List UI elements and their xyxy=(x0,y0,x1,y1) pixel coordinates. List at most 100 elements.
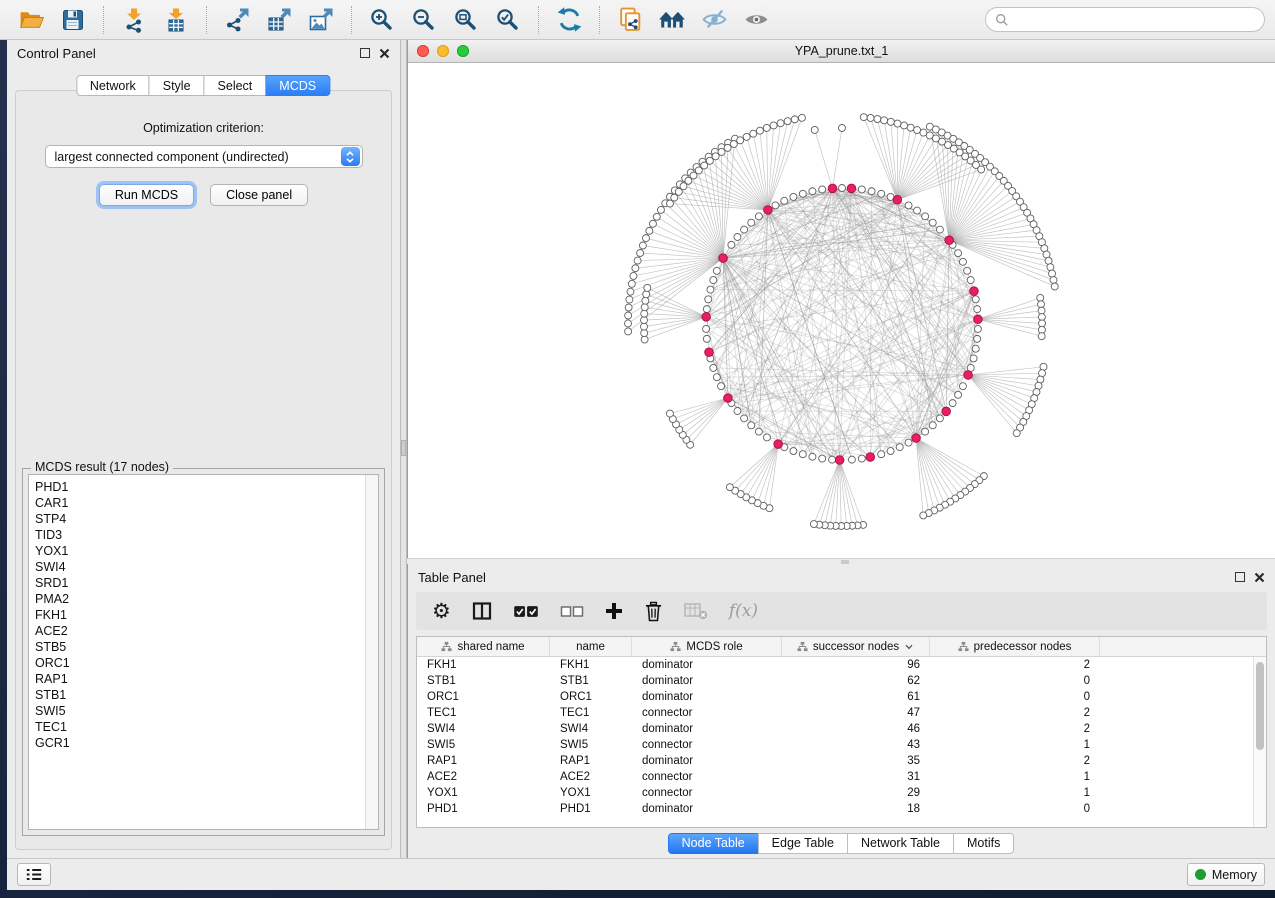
deselect-all-button[interactable] xyxy=(560,605,584,618)
cell-mcds_role[interactable]: dominator xyxy=(632,755,782,767)
cell-shared_name[interactable]: YOX1 xyxy=(417,787,550,799)
cell-successor_nodes[interactable]: 46 xyxy=(782,723,930,735)
cell-shared_name[interactable]: STB1 xyxy=(417,675,550,687)
zoom-out-button[interactable] xyxy=(406,4,442,36)
mcds-result-item[interactable]: GCR1 xyxy=(35,735,365,751)
mcds-result-item[interactable]: RAP1 xyxy=(35,671,365,687)
cell-predecessor_nodes[interactable]: 2 xyxy=(930,659,1100,671)
table-row[interactable]: STB1STB1dominator620 xyxy=(417,673,1266,689)
delete-columns-button[interactable] xyxy=(644,601,663,622)
mcds-result-item[interactable]: CAR1 xyxy=(35,495,365,511)
cell-shared_name[interactable]: ORC1 xyxy=(417,691,550,703)
network-canvas[interactable] xyxy=(408,63,1275,558)
mcds-result-item[interactable]: STB1 xyxy=(35,687,365,703)
close-panel-icon[interactable] xyxy=(1254,572,1265,583)
cell-predecessor_nodes[interactable]: 0 xyxy=(930,803,1100,815)
search-input[interactable] xyxy=(1014,12,1255,28)
mcds-result-item[interactable]: SWI4 xyxy=(35,559,365,575)
table-row[interactable]: ORC1ORC1dominator610 xyxy=(417,689,1266,705)
cell-successor_nodes[interactable]: 96 xyxy=(782,659,930,671)
cell-shared_name[interactable]: PHD1 xyxy=(417,803,550,815)
table-row[interactable]: YOX1YOX1connector291 xyxy=(417,785,1266,801)
cell-predecessor_nodes[interactable]: 1 xyxy=(930,771,1100,783)
mcds-result-item[interactable]: ORC1 xyxy=(35,655,365,671)
import-table-button[interactable] xyxy=(158,4,194,36)
mcds-result-scrollbar[interactable] xyxy=(365,475,378,829)
cell-name[interactable]: TEC1 xyxy=(550,707,632,719)
cell-predecessor_nodes[interactable]: 0 xyxy=(930,691,1100,703)
task-history-button[interactable] xyxy=(17,863,51,886)
cell-shared_name[interactable]: SWI4 xyxy=(417,723,550,735)
cell-name[interactable]: SWI4 xyxy=(550,723,632,735)
cell-name[interactable]: ORC1 xyxy=(550,691,632,703)
scrollbar-thumb[interactable] xyxy=(1256,662,1264,750)
cell-name[interactable]: FKH1 xyxy=(550,659,632,671)
cell-successor_nodes[interactable]: 61 xyxy=(782,691,930,703)
apply-preferred-layout-button[interactable] xyxy=(551,4,587,36)
cell-shared_name[interactable]: SWI5 xyxy=(417,739,550,751)
cell-name[interactable]: RAP1 xyxy=(550,755,632,767)
close-window-button[interactable] xyxy=(417,45,429,57)
mcds-result-item[interactable]: PMA2 xyxy=(35,591,365,607)
cell-successor_nodes[interactable]: 31 xyxy=(782,771,930,783)
cell-name[interactable]: SWI5 xyxy=(550,739,632,751)
show-columns-button[interactable] xyxy=(472,601,492,621)
cell-mcds_role[interactable]: dominator xyxy=(632,723,782,735)
table-row[interactable]: SWI5SWI5connector431 xyxy=(417,737,1266,753)
cell-mcds_role[interactable]: connector xyxy=(632,707,782,719)
cell-successor_nodes[interactable]: 47 xyxy=(782,707,930,719)
tab-select[interactable]: Select xyxy=(204,75,267,96)
zoom-in-button[interactable] xyxy=(364,4,400,36)
cell-mcds_role[interactable]: connector xyxy=(632,739,782,751)
mcds-result-item[interactable]: SWI5 xyxy=(35,703,365,719)
close-panel-button[interactable]: Close panel xyxy=(210,184,308,206)
show-all-button[interactable] xyxy=(738,4,774,36)
tab-mcds[interactable]: MCDS xyxy=(265,75,330,96)
cell-successor_nodes[interactable]: 18 xyxy=(782,803,930,815)
optimization-criterion-select[interactable]: largest connected component (undirected) xyxy=(45,145,363,168)
cell-predecessor_nodes[interactable]: 0 xyxy=(930,675,1100,687)
hide-selected-button[interactable] xyxy=(696,4,732,36)
search-box[interactable] xyxy=(985,7,1265,32)
tab-network[interactable]: Network xyxy=(76,75,150,96)
duplicate-network-button[interactable] xyxy=(612,4,648,36)
cell-successor_nodes[interactable]: 29 xyxy=(782,787,930,799)
cell-shared_name[interactable]: FKH1 xyxy=(417,659,550,671)
cell-shared_name[interactable]: ACE2 xyxy=(417,771,550,783)
zoom-fit-button[interactable] xyxy=(448,4,484,36)
maximize-window-button[interactable] xyxy=(457,45,469,57)
export-table-button[interactable] xyxy=(261,4,297,36)
cell-mcds_role[interactable]: dominator xyxy=(632,659,782,671)
cell-mcds_role[interactable]: connector xyxy=(632,787,782,799)
horizontal-splitter[interactable] xyxy=(407,558,1275,564)
cell-name[interactable]: STB1 xyxy=(550,675,632,687)
cell-mcds_role[interactable]: dominator xyxy=(632,691,782,703)
cell-predecessor_nodes[interactable]: 1 xyxy=(930,739,1100,751)
tab-style[interactable]: Style xyxy=(149,75,205,96)
cell-mcds_role[interactable]: dominator xyxy=(632,803,782,815)
tab-motifs[interactable]: Motifs xyxy=(953,833,1014,854)
export-network-button[interactable] xyxy=(219,4,255,36)
column-header-name[interactable]: name xyxy=(550,637,632,656)
mcds-result-item[interactable]: PHD1 xyxy=(35,479,365,495)
splitter-handle[interactable] xyxy=(841,560,849,564)
tab-network-table[interactable]: Network Table xyxy=(847,833,954,854)
first-neighbors-button[interactable] xyxy=(654,4,690,36)
tab-edge-table[interactable]: Edge Table xyxy=(758,833,848,854)
cell-name[interactable]: YOX1 xyxy=(550,787,632,799)
float-panel-icon[interactable] xyxy=(360,48,370,58)
cell-predecessor_nodes[interactable]: 2 xyxy=(930,755,1100,767)
close-panel-icon[interactable] xyxy=(379,48,390,59)
column-header-shared-name[interactable]: shared name xyxy=(417,637,550,656)
table-row[interactable]: ACE2ACE2connector311 xyxy=(417,769,1266,785)
column-header-predecessor-nodes[interactable]: predecessor nodes xyxy=(930,637,1100,656)
export-image-button[interactable] xyxy=(303,4,339,36)
mcds-result-item[interactable]: STB5 xyxy=(35,639,365,655)
run-mcds-button[interactable]: Run MCDS xyxy=(99,184,194,206)
vertical-splitter[interactable] xyxy=(400,40,407,858)
mcds-result-item[interactable]: YOX1 xyxy=(35,543,365,559)
mcds-result-item[interactable]: SRD1 xyxy=(35,575,365,591)
column-header-mcds-role[interactable]: MCDS role xyxy=(632,637,782,656)
mcds-result-item[interactable]: STP4 xyxy=(35,511,365,527)
splitter-handle[interactable] xyxy=(401,440,406,456)
